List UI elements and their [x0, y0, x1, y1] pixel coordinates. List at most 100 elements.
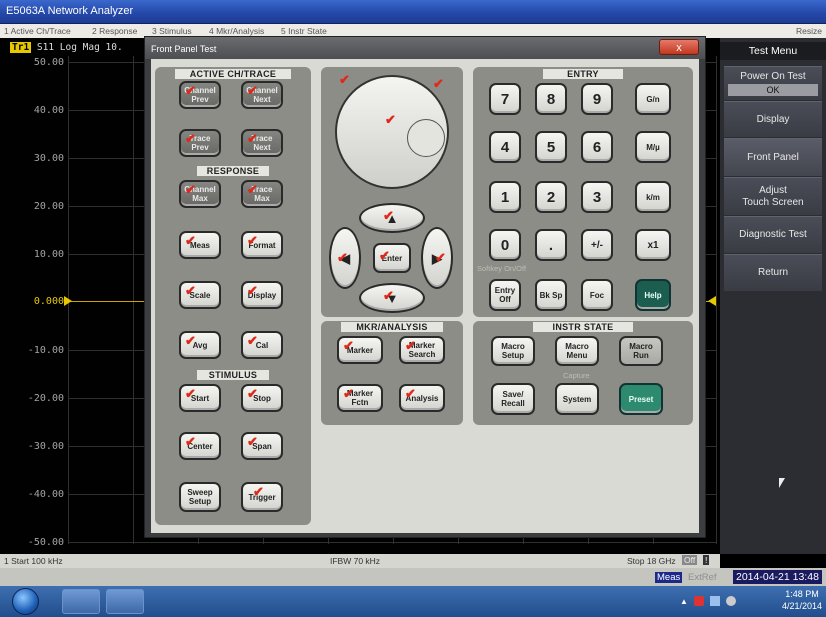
save-recall-key[interactable]: Save/ Recall	[491, 383, 535, 415]
capture-label: Capture	[563, 371, 590, 380]
tray-arrow-icon[interactable]: ▲	[680, 597, 688, 606]
key-x1[interactable]: x1	[635, 229, 671, 261]
check-mark-icon: ✔	[185, 333, 196, 348]
softkey-label: Display	[756, 113, 790, 125]
key-6[interactable]: 6	[581, 131, 613, 163]
key-0[interactable]: 0	[489, 229, 521, 261]
softkey-label: Front Panel	[747, 151, 799, 163]
softkey-label: Power On Test	[740, 71, 806, 82]
y-label: 10.00	[33, 249, 64, 260]
system-key[interactable]: System	[555, 383, 599, 415]
softkey-return[interactable]: Return	[724, 254, 822, 291]
check-mark-icon: ✔	[379, 248, 390, 263]
instrument-datetime: 2014-04-21 13:48	[733, 570, 822, 584]
app-root: E5063A Network Analyzer 1 Active Ch/Trac…	[0, 0, 826, 617]
menu-active-ch[interactable]: 1 Active Ch/Trace	[4, 26, 71, 36]
tray-volume-icon[interactable]	[726, 596, 736, 606]
y-label: -50.00	[27, 537, 64, 548]
key-2[interactable]: 2	[535, 181, 567, 213]
check-mark-icon: ✔	[339, 72, 350, 87]
check-mark-icon: ✔	[343, 386, 354, 401]
dialog-title: Front Panel Test x	[145, 37, 705, 59]
trace-header[interactable]: Tr1 S11 Log Mag 10.	[0, 42, 123, 56]
menu-resize[interactable]: Resize	[796, 26, 822, 36]
knob-dimple	[407, 119, 445, 157]
y-label: 50.00	[33, 57, 64, 68]
rotary-knob[interactable]	[335, 75, 449, 189]
preset-key[interactable]: Preset	[619, 383, 663, 415]
backspace-key[interactable]: Bk Sp	[535, 279, 567, 311]
check-mark-icon: ✔	[185, 83, 196, 98]
front-panel-dialog: Front Panel Test x ACTIVE CH/TRACE RESPO…	[144, 36, 706, 538]
check-mark-icon: ✔	[435, 250, 446, 265]
menu-stimulus[interactable]: 3 Stimulus	[152, 26, 192, 36]
start-button-icon[interactable]	[12, 588, 39, 615]
menu-instr-state[interactable]: 5 Instr State	[281, 26, 327, 36]
check-mark-icon: ✔	[343, 338, 354, 353]
softkey-header: Test Menu	[720, 42, 826, 60]
tray-network-icon[interactable]	[710, 596, 720, 606]
y-label: -40.00	[27, 489, 64, 500]
y-label-ref: 0.000	[33, 296, 64, 307]
softkey-adjust-touch[interactable]: Adjust Touch Screen	[724, 177, 822, 215]
softkey-menu: Test Menu Power On Test OK Display Front…	[720, 38, 826, 554]
front-panel: ACTIVE CH/TRACE RESPONSE STIMULUS Channe…	[151, 59, 699, 533]
clock-date: 4/21/2014	[781, 601, 822, 611]
softkey-onoff-label: Softkey On/Off	[477, 264, 527, 273]
macro-setup-key[interactable]: Macro Setup	[491, 336, 535, 366]
macro-run-key[interactable]: Macro Run	[619, 336, 663, 366]
entry-off-key[interactable]: Entry Off	[489, 279, 521, 311]
key-1[interactable]: 1	[489, 181, 521, 213]
softkey-diagnostic[interactable]: Diagnostic Test	[724, 216, 822, 253]
softkey-power-on-test[interactable]: Power On Test OK	[724, 66, 822, 100]
y-label: -10.00	[27, 345, 64, 356]
key-giga[interactable]: G/n	[635, 83, 671, 115]
ref-marker-right-icon	[708, 296, 716, 306]
key-5[interactable]: 5	[535, 131, 567, 163]
trace-label: S11 Log Mag 10.	[36, 42, 123, 53]
softkey-front-panel[interactable]: Front Panel	[724, 138, 822, 176]
key-3[interactable]: 3	[581, 181, 613, 213]
key-9[interactable]: 9	[581, 83, 613, 115]
check-mark-icon: ✔	[383, 208, 394, 223]
check-mark-icon: ✔	[405, 338, 416, 353]
check-mark-icon: ✔	[337, 250, 348, 265]
menu-response[interactable]: 2 Response	[92, 26, 137, 36]
check-mark-icon: ✔	[185, 131, 196, 146]
section-stimulus: STIMULUS	[197, 370, 269, 380]
check-mark-icon: ✔	[185, 233, 196, 248]
taskbar-app-analyzer-icon[interactable]	[62, 589, 100, 614]
help-key[interactable]: Help	[635, 279, 671, 311]
ifbw: IFBW 70 kHz	[330, 556, 381, 566]
key-dot[interactable]: .	[535, 229, 567, 261]
tray-clock[interactable]: 1:48 PM 4/21/2014	[782, 588, 822, 612]
key-4[interactable]: 4	[489, 131, 521, 163]
window-title: E5063A Network Analyzer	[6, 5, 134, 17]
macro-menu-key[interactable]: Macro Menu	[555, 336, 599, 366]
tray-flag-icon[interactable]	[694, 596, 704, 606]
softkey-display[interactable]: Display	[724, 101, 822, 137]
check-mark-icon: ✔	[247, 386, 258, 401]
check-mark-icon: ✔	[405, 386, 416, 401]
y-label: 30.00	[33, 153, 64, 164]
check-mark-icon: ✔	[247, 283, 258, 298]
check-mark-icon: ✔	[185, 386, 196, 401]
off-badge: Off	[682, 555, 698, 565]
focus-key[interactable]: Foc	[581, 279, 613, 311]
key-kilo[interactable]: k/m	[635, 181, 671, 213]
check-mark-icon: ✔	[383, 288, 394, 303]
sweep-setup-key[interactable]: Sweep Setup	[179, 482, 221, 512]
y-label: 20.00	[33, 201, 64, 212]
key-8[interactable]: 8	[535, 83, 567, 115]
key-7[interactable]: 7	[489, 83, 521, 115]
section-instr-state: INSTR STATE	[533, 322, 633, 332]
softkey-value: OK	[728, 84, 818, 96]
menu-mkr-analysis[interactable]: 4 Mkr/Analysis	[209, 26, 264, 36]
clock-time: 1:48 PM	[785, 589, 819, 599]
key-plus-minus[interactable]: +/-	[581, 229, 613, 261]
key-mega[interactable]: M/µ	[635, 131, 671, 163]
taskbar-app-window-icon[interactable]	[106, 589, 144, 614]
close-button[interactable]: x	[659, 39, 699, 55]
check-mark-icon: ✔	[247, 233, 258, 248]
check-mark-icon: ✔	[247, 434, 258, 449]
